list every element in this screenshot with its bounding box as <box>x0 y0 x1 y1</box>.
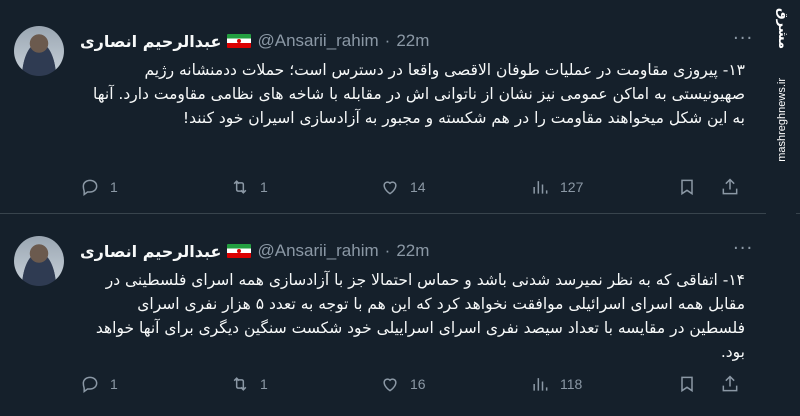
action-bar: 1 1 14 127 <box>80 177 740 201</box>
like-button[interactable]: 16 <box>380 374 426 394</box>
views-button[interactable]: 118 <box>530 374 582 394</box>
share-button[interactable] <box>720 177 740 197</box>
retweet-button[interactable]: 1 <box>230 374 268 394</box>
like-count: 14 <box>410 179 426 195</box>
bookmark-button[interactable] <box>677 374 697 394</box>
handle[interactable]: @Ansarii_rahim <box>257 241 378 261</box>
more-options-icon[interactable]: ··· <box>733 30 753 48</box>
display-name[interactable]: عبدالرحیم انصاری <box>80 242 221 261</box>
share-icon <box>722 375 738 392</box>
retweet-button[interactable]: 1 <box>230 177 268 197</box>
reply-button[interactable]: 1 <box>80 374 118 394</box>
action-bar: 1 1 16 118 <box>80 374 740 398</box>
views-button[interactable]: 127 <box>530 177 583 197</box>
bookmark-button[interactable] <box>677 177 697 197</box>
iran-flag-icon <box>227 34 252 48</box>
more-options-icon[interactable]: ··· <box>733 240 753 258</box>
tweet-text: ۱۳- پیروزی مقاومت در عملیات طوفان الاقصی… <box>93 61 745 127</box>
like-icon <box>383 181 397 195</box>
bookmark-icon <box>681 179 693 196</box>
views-count: 118 <box>560 376 583 392</box>
tweet-header: عبدالرحیم انصاری @Ansarii_rahim · 22m <box>80 240 429 262</box>
iran-flag-icon <box>227 244 252 258</box>
retweet-count: 1 <box>260 179 268 195</box>
reply-count: 1 <box>110 179 118 195</box>
handle[interactable]: @Ansarii_rahim <box>257 31 378 51</box>
retweet-icon <box>233 377 247 391</box>
avatar[interactable] <box>14 26 64 76</box>
avatar[interactable] <box>14 236 64 286</box>
share-button[interactable] <box>720 374 740 394</box>
watermark: مشرق mashreghnews.ir <box>766 0 796 416</box>
reply-count: 1 <box>110 376 118 392</box>
separator-dot: · <box>384 31 391 50</box>
views-count: 127 <box>560 179 584 195</box>
like-icon <box>383 378 397 392</box>
like-button[interactable]: 14 <box>380 177 426 197</box>
bookmark-icon <box>681 376 693 393</box>
separator-dot: · <box>384 241 391 260</box>
display-name[interactable]: عبدالرحیم انصاری <box>80 32 221 51</box>
reply-icon <box>82 376 98 393</box>
like-count: 16 <box>410 376 426 392</box>
watermark-logo: مشرق <box>775 8 790 49</box>
reply-button[interactable]: 1 <box>80 177 118 197</box>
views-icon <box>533 181 548 194</box>
timestamp[interactable]: 22m <box>396 241 429 261</box>
reply-icon <box>82 179 98 196</box>
timestamp[interactable]: 22m <box>396 31 429 51</box>
share-icon <box>722 178 738 195</box>
retweet-count: 1 <box>260 376 268 392</box>
divider <box>0 213 800 214</box>
views-icon <box>533 378 548 391</box>
retweet-icon <box>233 180 247 194</box>
tweet-header: عبدالرحیم انصاری @Ansarii_rahim · 22m <box>80 30 429 52</box>
tweet-text: ۱۴- اتفاقی که به نظر نمیرسد شدنی باشد و … <box>95 271 745 361</box>
watermark-url: mashreghnews.ir <box>776 78 788 162</box>
